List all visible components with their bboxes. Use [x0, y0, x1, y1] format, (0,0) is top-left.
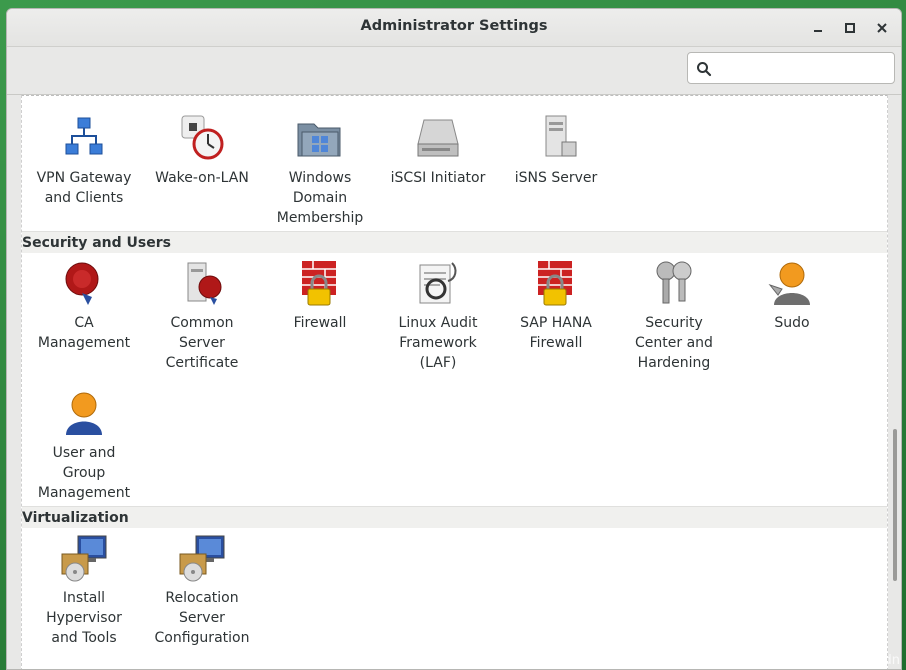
module-label: Linux Audit Framework (LAF): [398, 315, 478, 371]
server-icon: [545, 115, 577, 157]
module-user-group-management[interactable]: User and Group Management: [25, 389, 143, 503]
user-icon: [66, 392, 102, 435]
minimize-icon: [814, 30, 822, 32]
module-label: Common Server Certificate: [165, 315, 239, 371]
maximize-button[interactable]: [839, 18, 861, 38]
module-label: Install Hypervisor and Tools: [46, 590, 122, 646]
module-sap-hana-firewall[interactable]: SAP HANA Firewall: [497, 259, 615, 353]
monitor-disc-icon: [61, 535, 107, 582]
firewall-lock-icon: [538, 261, 572, 306]
monitor-disc-icon: [179, 535, 225, 582]
module-label: SAP HANA Firewall: [520, 315, 592, 351]
close-icon: [877, 23, 887, 33]
module-label: Windows Domain Membership: [276, 170, 364, 226]
module-ca-management[interactable]: CA Management: [25, 259, 143, 353]
module-security-center[interactable]: Security Center and Hardening: [615, 259, 733, 373]
wake-on-lan-icon: [181, 115, 224, 160]
module-label: Firewall: [293, 315, 347, 331]
modules-list: VPN Gateway and Clients Wake-on-LAN Wind…: [21, 95, 888, 669]
module-label: iSCSI Initiator: [390, 170, 486, 186]
module-sudo[interactable]: Sudo: [733, 259, 851, 333]
server-seal-icon: [187, 262, 222, 305]
module-label: Wake-on-LAN: [155, 170, 249, 186]
module-label: Relocation Server Configuration: [154, 590, 250, 646]
module-linux-audit-framework[interactable]: Linux Audit Framework (LAF): [379, 259, 497, 373]
section-header-virtualization: Virtualization: [22, 506, 887, 528]
disk-drive-icon: [417, 119, 459, 157]
title-bar[interactable]: Administrator Settings: [7, 9, 901, 47]
admin-settings-window: Administrator Settings VPN Gateway and C…: [6, 8, 902, 670]
module-label: Sudo: [774, 315, 810, 331]
module-wake-on-lan[interactable]: Wake-on-LAN: [143, 114, 261, 188]
module-iscsi-initiator[interactable]: iSCSI Initiator: [379, 114, 497, 188]
keys-icon: [656, 261, 692, 304]
watermark: https://blog.csdn.net/qi512csdn: [693, 653, 900, 668]
module-label: Security Center and Hardening: [635, 315, 713, 371]
module-relocation-server[interactable]: Relocation Server Configuration: [143, 534, 261, 648]
module-isns-server[interactable]: iSNS Server: [497, 114, 615, 188]
module-common-server-certificate[interactable]: Common Server Certificate: [143, 259, 261, 373]
module-install-hypervisor[interactable]: Install Hypervisor and Tools: [25, 534, 143, 648]
search-field[interactable]: [687, 52, 895, 84]
section-header-security: Security and Users: [22, 231, 887, 253]
network-tree-icon: [65, 117, 103, 155]
module-label: iSNS Server: [514, 170, 598, 186]
module-firewall[interactable]: Firewall: [261, 259, 379, 333]
audit-icon: [419, 262, 457, 304]
windows-folder-icon: [297, 123, 341, 157]
search-input[interactable]: [716, 57, 888, 79]
toolbar: [7, 47, 901, 95]
close-button[interactable]: [871, 18, 893, 38]
minimize-button[interactable]: [807, 18, 829, 38]
search-icon: [697, 62, 712, 77]
module-label: VPN Gateway and Clients: [36, 170, 132, 206]
module-windows-domain[interactable]: Windows Domain Membership: [261, 114, 379, 228]
module-vpn-gateway[interactable]: VPN Gateway and Clients: [25, 114, 143, 208]
firewall-lock-icon: [302, 261, 336, 306]
window-title: Administrator Settings: [360, 18, 548, 34]
seal-icon: [65, 262, 99, 305]
module-label: CA Management: [37, 315, 131, 351]
vertical-scrollbar[interactable]: [893, 429, 897, 581]
sudo-user-icon: [768, 262, 810, 305]
module-label: User and Group Management: [37, 445, 131, 501]
maximize-icon: [845, 23, 855, 33]
